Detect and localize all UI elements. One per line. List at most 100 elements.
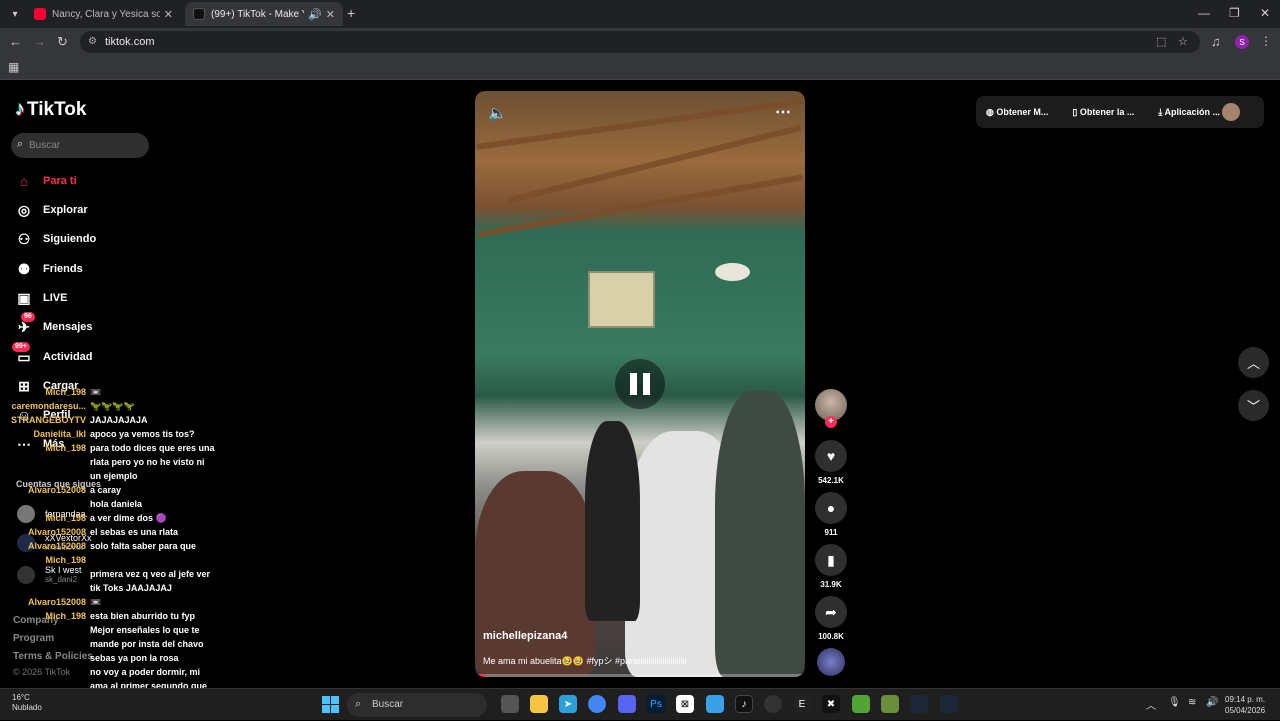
- like-button[interactable]: ♥ 542.1K: [815, 440, 847, 485]
- video-progress[interactable]: [475, 674, 805, 677]
- bookmark-star-icon[interactable]: ☆: [1178, 35, 1188, 48]
- ceiling-beam: [476, 174, 804, 238]
- following-icon: ⚇: [17, 230, 31, 247]
- browser-tab-tiktok[interactable]: (99+) TikTok - Make Your Da 🔊 ✕: [185, 2, 343, 26]
- live-icon: ▣: [17, 289, 31, 306]
- compass-icon: ◎: [17, 201, 31, 218]
- chat-message: Mich_198 a ver dime dos 🟣: [0, 511, 167, 525]
- tray-expand-icon[interactable]: ︿: [1146, 697, 1156, 712]
- sidebar-item-actividad[interactable]: ▭ 99+ Actividad: [12, 341, 93, 368]
- photoshop-icon[interactable]: Ps: [647, 695, 665, 713]
- comment-button[interactable]: ● 911: [815, 492, 847, 537]
- steam-icon[interactable]: [910, 695, 928, 713]
- person-figure: [585, 421, 640, 621]
- browser-tab-youtube[interactable]: Nancy, Clara y Yesica son SOSP ✕: [26, 2, 181, 26]
- volume-icon[interactable]: 🔈: [488, 104, 507, 122]
- minecraft-launcher-icon[interactable]: [881, 695, 899, 713]
- chat-text: primera vez q veo al jefe ver: [90, 569, 211, 579]
- wifi-icon[interactable]: ≋: [1188, 697, 1196, 708]
- minimize-icon[interactable]: —: [1198, 6, 1210, 20]
- weather-widget[interactable]: 16°C Nublado: [12, 693, 42, 713]
- share-icon: ➦: [815, 596, 847, 628]
- chat-text: 📼: [90, 387, 102, 397]
- microphone-icon[interactable]: 🎙: [1168, 697, 1181, 708]
- bookmark-icon: ▮: [815, 544, 847, 576]
- telegram-icon[interactable]: ➤: [559, 695, 577, 713]
- chevron-up-icon: ︿: [1246, 356, 1260, 371]
- address-bar[interactable]: ⚙ tiktok.com ⬚ ☆: [80, 31, 1200, 53]
- search-input[interactable]: ⌕ Buscar: [11, 133, 149, 158]
- site-info-icon[interactable]: ⚙: [88, 36, 97, 47]
- chat-message: sebas ya pon la rosa: [0, 651, 179, 665]
- back-icon[interactable]: ←: [9, 34, 22, 49]
- minecraft-icon[interactable]: [852, 695, 870, 713]
- install-app-icon[interactable]: ⬚: [1156, 35, 1166, 48]
- video-player[interactable]: 🔈 ⋯ michellepizana4 Me ama mi abuelita🥹🥹…: [475, 91, 805, 677]
- like-count: 542.1K: [818, 476, 844, 485]
- user-avatar[interactable]: [1222, 103, 1240, 121]
- tab-search-icon[interactable]: ▾: [6, 5, 24, 23]
- chat-message: Alvaro152008 el sebas es una rlata: [0, 525, 178, 539]
- tab-title: (99+) TikTok - Make Your Da: [211, 8, 304, 20]
- epic-games-icon[interactable]: E: [793, 695, 811, 713]
- close-tab-icon[interactable]: ✕: [326, 8, 335, 21]
- media-control-icon[interactable]: ♫: [1211, 34, 1221, 49]
- get-coins-link[interactable]: ◍ Obtener M...: [986, 107, 1060, 118]
- sidebar-item-mensajes[interactable]: ✈ 96 Mensajes: [15, 311, 93, 338]
- restore-icon[interactable]: ❐: [1229, 6, 1240, 20]
- steam-alt-icon[interactable]: [940, 695, 958, 713]
- chat-text: hola daniela: [90, 499, 143, 509]
- volume-icon[interactable]: 🔊: [1206, 697, 1218, 708]
- chat-message: tik Toks JAAJAJAJ: [0, 581, 172, 595]
- close-window-icon[interactable]: ✕: [1260, 6, 1270, 20]
- save-button[interactable]: ▮ 31.9K: [815, 544, 847, 589]
- profile-avatar[interactable]: S: [1235, 35, 1249, 49]
- sidebar-item-live[interactable]: ▣ LIVE: [15, 287, 67, 309]
- share-button[interactable]: ➦ 100.8K: [815, 596, 847, 641]
- next-video-button[interactable]: ﹀: [1238, 390, 1269, 421]
- sidebar-item-friends[interactable]: ⚉ Friends: [15, 258, 83, 280]
- sidebar-item-para-ti[interactable]: ⌂ Para ti: [15, 170, 77, 192]
- previous-video-button[interactable]: ︿: [1238, 347, 1269, 378]
- chat-text: a ver dime dos 🟣: [90, 513, 167, 523]
- system-clock[interactable]: 09:14 p. m. 05/04/2026: [1225, 694, 1265, 716]
- reload-icon[interactable]: ↻: [57, 34, 68, 50]
- tab-title: Nancy, Clara y Yesica son SOSP: [52, 8, 160, 20]
- desktop-app-link[interactable]: ⤓ Aplicación ...: [1158, 107, 1232, 118]
- discord-icon[interactable]: [618, 695, 636, 713]
- sidebar-item-explorar[interactable]: ◎ Explorar: [15, 199, 88, 221]
- tiktok-logo[interactable]: ♪ TikTok: [15, 98, 86, 121]
- file-explorer-icon[interactable]: [530, 695, 548, 713]
- get-app-link[interactable]: ▯ Obtener la ...: [1072, 107, 1146, 118]
- video-more-icon[interactable]: ⋯: [775, 102, 791, 122]
- video-progress-fill: [475, 674, 485, 677]
- chat-text: 🦖🦖🦖🦖: [90, 401, 135, 411]
- tiktok-app-icon[interactable]: ♪: [735, 695, 753, 713]
- url-text: tiktok.com: [105, 36, 155, 48]
- chat-message: STRANGEBOYTV JAJAJAJAJA: [0, 413, 148, 427]
- chat-text: no voy a poder dormir, mi: [90, 667, 201, 677]
- music-disc[interactable]: [817, 648, 845, 676]
- task-view-icon[interactable]: [501, 695, 519, 713]
- sidebar-item-siguiendo[interactable]: ⚇ Siguiendo: [15, 228, 96, 250]
- obs-icon[interactable]: [764, 695, 782, 713]
- chrome-icon[interactable]: [588, 695, 606, 713]
- start-icon[interactable]: [322, 696, 339, 713]
- app-icon[interactable]: [706, 695, 724, 713]
- browser-menu-icon[interactable]: ⋮: [1260, 34, 1272, 48]
- chat-username: Mich_198: [45, 513, 86, 523]
- chat-username: STRANGEBOYTV: [10, 415, 86, 425]
- pause-button[interactable]: [615, 359, 665, 409]
- chat-message: rlata pero yo no he visto ni: [0, 455, 205, 469]
- video-author[interactable]: michellepizana4: [483, 630, 567, 642]
- follow-button[interactable]: +: [825, 416, 837, 428]
- speaker-icon[interactable]: 🔊: [308, 8, 322, 21]
- capcut-icon[interactable]: ⊠: [676, 695, 694, 713]
- capcut-alt-icon[interactable]: ✖: [822, 695, 840, 713]
- apps-grid-icon[interactable]: ▦: [8, 60, 19, 74]
- new-tab-icon[interactable]: +: [347, 5, 355, 21]
- close-tab-icon[interactable]: ✕: [164, 8, 173, 21]
- forward-icon[interactable]: →: [33, 34, 46, 49]
- taskbar-search[interactable]: ⌕ Buscar: [347, 693, 487, 717]
- sidebar-item-label: Para ti: [43, 175, 77, 187]
